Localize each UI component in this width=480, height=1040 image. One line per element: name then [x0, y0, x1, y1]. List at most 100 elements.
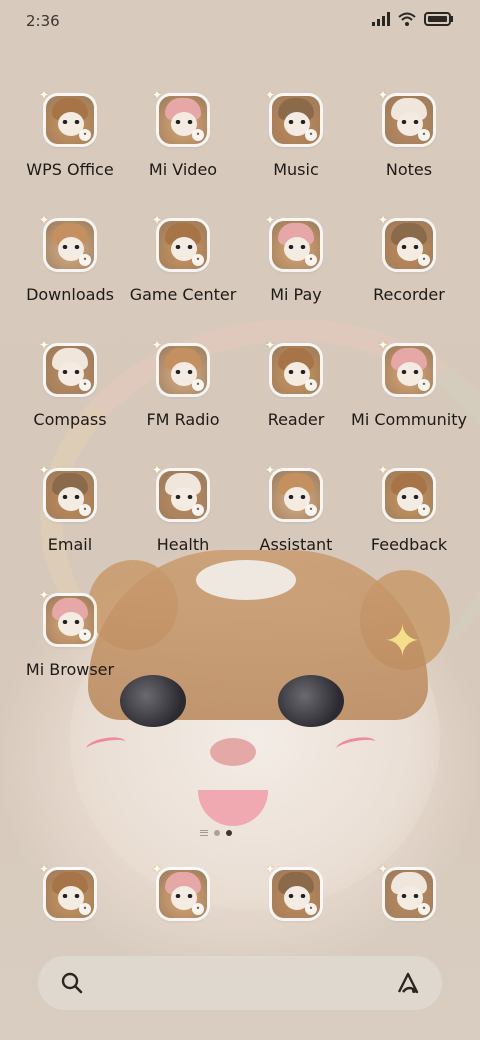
app-tile[interactable]: •	[385, 870, 433, 918]
mi-browser-icon: •	[79, 629, 91, 641]
app-tile[interactable]: •	[159, 221, 207, 269]
tile-cat-eyes	[401, 370, 419, 374]
cat-nose	[210, 738, 256, 766]
tile-cat-eyes	[62, 620, 80, 624]
app-drawer-indicator	[200, 830, 208, 836]
app-tile[interactable]: •	[46, 221, 94, 269]
app-label: Recorder	[373, 285, 445, 304]
app-icon[interactable]: ✦ • Assistant	[241, 463, 351, 581]
tile-cat-eyes	[288, 120, 306, 124]
app-tile[interactable]: •	[272, 870, 320, 918]
email-icon: •	[79, 504, 91, 516]
messages-icon: •	[192, 903, 204, 915]
app-tile[interactable]: •	[46, 596, 94, 644]
tile-cat-eyes	[175, 370, 193, 374]
search-bar[interactable]	[38, 956, 442, 1010]
status-time: 2:36	[26, 12, 60, 30]
recorder-icon: •	[418, 254, 430, 266]
app-tile[interactable]: •	[385, 221, 433, 269]
app-tile[interactable]: •	[46, 346, 94, 394]
app-label: Downloads	[26, 285, 114, 304]
app-icon[interactable]: ✦ • Health	[128, 463, 238, 581]
page-dot-active	[226, 830, 232, 836]
app-tile[interactable]: •	[385, 471, 433, 519]
tile-cat-eyes	[62, 245, 80, 249]
app-tile[interactable]: •	[385, 96, 433, 144]
app-tile[interactable]: •	[46, 471, 94, 519]
app-tile[interactable]: •	[272, 96, 320, 144]
tile-cat-eyes	[175, 245, 193, 249]
app-label: Reader	[267, 410, 325, 429]
tile-cat-eyes	[288, 370, 306, 374]
game-center-icon: •	[192, 254, 204, 266]
app-label: Email	[47, 535, 93, 554]
tile-cat-eyes	[62, 495, 80, 499]
tile-cat-eyes	[62, 894, 80, 898]
app-label: Notes	[385, 160, 433, 179]
app-tile[interactable]: •	[272, 346, 320, 394]
music-icon: •	[305, 129, 317, 141]
app-tile[interactable]: •	[46, 870, 94, 918]
compass-icon: •	[79, 379, 91, 391]
tile-cat-eyes	[288, 245, 306, 249]
wps-office-icon: •	[79, 129, 91, 141]
assistant-icon: •	[305, 504, 317, 516]
tile-cat-eyes	[175, 894, 193, 898]
app-icon[interactable]: ✦ • Game Center	[128, 213, 238, 331]
tile-cat-eyes	[62, 120, 80, 124]
tile-cat-eyes	[288, 894, 306, 898]
app-label: Health	[156, 535, 210, 554]
app-icon[interactable]: ✦ • Compass	[15, 338, 125, 456]
app-tile[interactable]: •	[159, 346, 207, 394]
app-icon[interactable]: ✦ • Mi Community	[351, 338, 467, 456]
app-icon[interactable]: ✦ • Mi Browser	[15, 588, 125, 706]
app-icon[interactable]: ✦ • Notes	[354, 88, 464, 206]
app-icon[interactable]: ✦ • Feedback	[354, 463, 464, 581]
camera-icon: •	[418, 903, 430, 915]
app-label: Mi Pay	[270, 285, 322, 304]
app-icon[interactable]: ✦ • Recorder	[354, 213, 464, 331]
app-tile[interactable]: •	[385, 346, 433, 394]
app-label: WPS Office	[26, 160, 114, 179]
app-icon[interactable]: ✦ • Downloads	[15, 213, 125, 331]
phone-icon: •	[79, 903, 91, 915]
app-icon[interactable]: ✦ • FM Radio	[128, 338, 238, 456]
app-label: Assistant	[259, 535, 333, 554]
sparkle-icon: ✦	[384, 616, 421, 667]
app-icon[interactable]: ✦ • Mi Video	[128, 88, 238, 206]
app-tile[interactable]: •	[159, 96, 207, 144]
page-indicator[interactable]	[200, 830, 232, 836]
app-label: Music	[273, 160, 319, 179]
search-icon[interactable]	[60, 971, 84, 995]
browser-icon: •	[305, 903, 317, 915]
fm-radio-icon: •	[192, 379, 204, 391]
app-tile[interactable]: •	[272, 471, 320, 519]
tile-cat-eyes	[401, 245, 419, 249]
assistant-icon[interactable]	[396, 970, 422, 996]
app-icon[interactable]: ✦ • Music	[241, 88, 351, 206]
health-icon: •	[192, 504, 204, 516]
cat-eye-left	[120, 675, 186, 727]
mi-pay-icon: •	[305, 254, 317, 266]
app-label: FM Radio	[146, 410, 220, 429]
feedback-icon: •	[418, 504, 430, 516]
app-tile[interactable]: •	[159, 471, 207, 519]
tile-cat-eyes	[175, 495, 193, 499]
cat-eye-right	[278, 675, 344, 727]
tile-cat-eyes	[401, 495, 419, 499]
app-label: Game Center	[129, 285, 237, 304]
notes-icon: •	[418, 129, 430, 141]
app-icon[interactable]: ✦ • Mi Pay	[241, 213, 351, 331]
reader-icon: •	[305, 379, 317, 391]
app-label: Mi Browser	[25, 660, 115, 679]
app-tile[interactable]: •	[272, 221, 320, 269]
tile-cat-eyes	[175, 120, 193, 124]
app-icon[interactable]: ✦ • Reader	[241, 338, 351, 456]
app-tile[interactable]: •	[46, 96, 94, 144]
app-icon[interactable]: ✦ • Email	[15, 463, 125, 581]
app-icon[interactable]: ✦ • WPS Office	[15, 88, 125, 206]
tile-cat-eyes	[62, 370, 80, 374]
app-label: Mi Community	[351, 410, 467, 429]
app-tile[interactable]: •	[159, 870, 207, 918]
mi-video-icon: •	[192, 129, 204, 141]
